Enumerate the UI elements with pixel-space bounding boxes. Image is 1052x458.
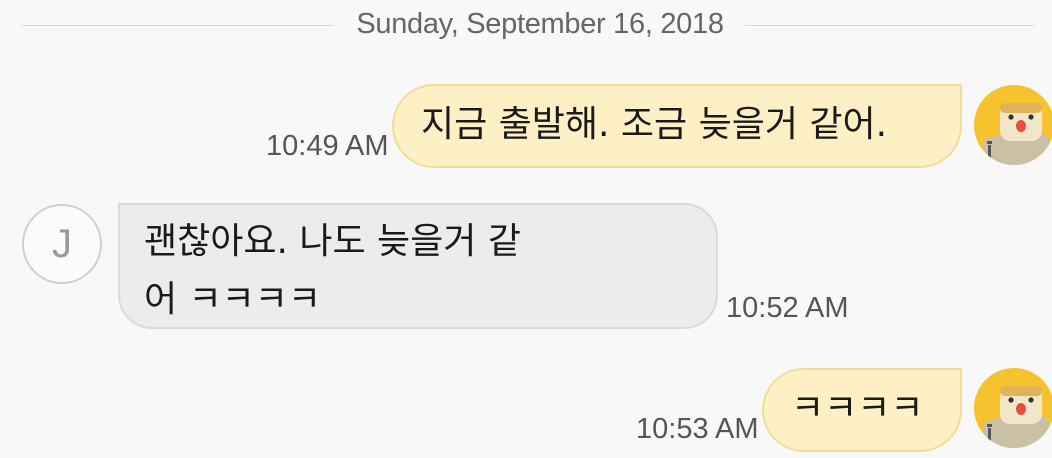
toast-character-icon	[974, 85, 1052, 165]
message-text-line: 괜찮아요. 나도 늦을거 같	[144, 221, 521, 262]
message-text: ㅋㅋㅋㅋ	[791, 388, 924, 429]
incoming-message-bubble[interactable]: 괜찮아요. 나도 늦을거 같 어 ㅋㅋㅋㅋ	[118, 203, 718, 329]
message-text-line: 어 ㅋㅋㅋㅋ	[144, 279, 322, 320]
my-avatar[interactable]	[974, 85, 1052, 165]
contact-initial: J	[52, 222, 72, 266]
outgoing-message-bubble[interactable]: 지금 출발해. 조금 늦을거 같어.	[392, 84, 962, 168]
toast-character-icon	[974, 368, 1052, 448]
message-time: 10:49 AM	[266, 130, 389, 162]
divider-line	[22, 25, 334, 26]
date-label: Sunday, September 16, 2018	[356, 8, 724, 40]
message-time: 10:52 AM	[726, 292, 849, 324]
my-avatar[interactable]	[974, 368, 1052, 448]
contact-avatar[interactable]: J	[22, 204, 102, 284]
outgoing-message-bubble[interactable]: ㅋㅋㅋㅋ	[762, 368, 962, 452]
message-text: 지금 출발해. 조금 늦을거 같어.	[421, 104, 888, 145]
date-separator: Sunday, September 16, 2018	[0, 0, 1052, 52]
message-time: 10:53 AM	[636, 413, 759, 445]
divider-line	[745, 25, 1035, 26]
